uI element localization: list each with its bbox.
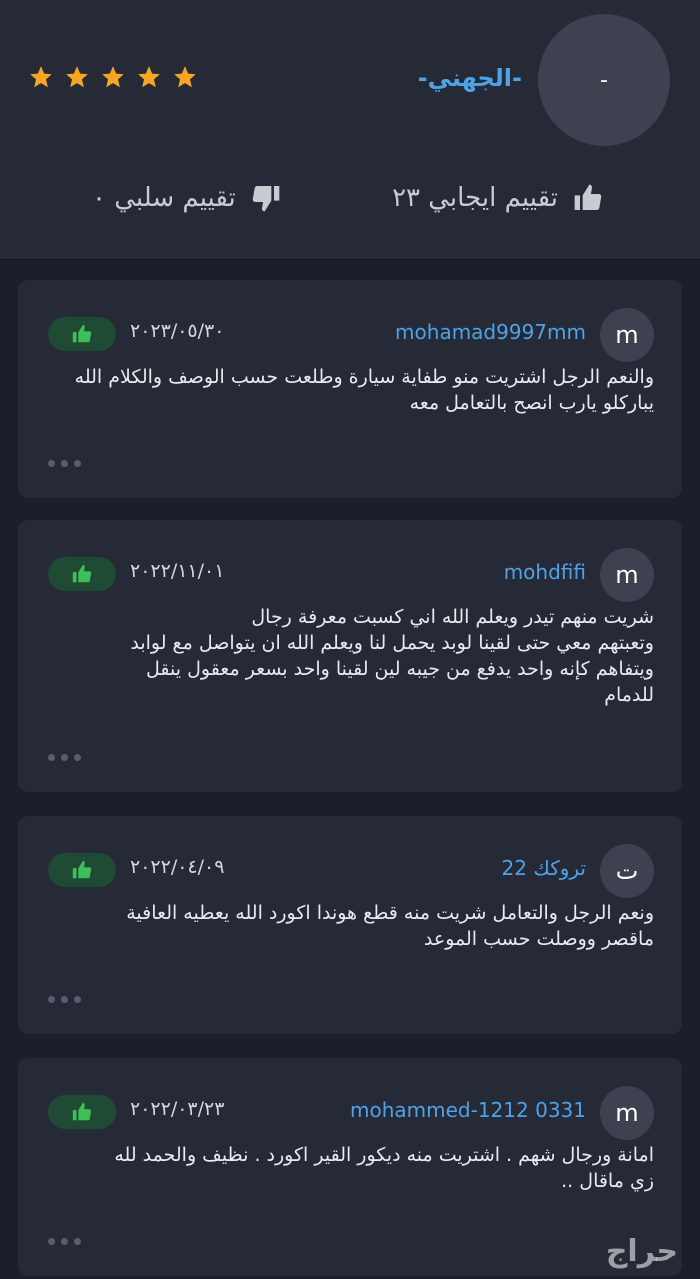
thumbs-up-icon <box>72 860 92 879</box>
reviewer-avatar[interactable]: m <box>600 308 654 362</box>
more-options-icon[interactable] <box>48 1238 81 1245</box>
star-icon <box>138 66 160 88</box>
star-icon <box>66 66 88 88</box>
positive-rating-badge <box>48 853 116 887</box>
review-date: ٢٠٢٢/٠٤/٠٩ <box>130 856 225 878</box>
reviewer-avatar[interactable]: ت <box>600 844 654 898</box>
thumbs-up-icon <box>72 324 92 343</box>
reviewer-avatar[interactable]: m <box>600 548 654 602</box>
profile-avatar[interactable]: - <box>538 14 670 146</box>
star-rating <box>28 64 198 90</box>
thumbs-down-icon <box>252 186 280 212</box>
reviewer-avatar[interactable]: m <box>600 1086 654 1140</box>
reviewer-username[interactable]: mohamad9997mm <box>395 320 586 344</box>
review-date: ٢٠٢٢/٠٣/٢٣ <box>130 1098 225 1120</box>
haraj-watermark: حراج <box>605 1234 678 1269</box>
positive-rating-badge <box>48 557 116 591</box>
thumbs-up-icon <box>72 1102 92 1121</box>
review-card: m mohdfifi ٢٠٢٢/١١/٠١ شريت منهم تيدر ويع… <box>18 520 682 792</box>
thumbs-up-icon <box>72 564 92 583</box>
reviewer-username[interactable]: تروكك 22 <box>502 856 586 880</box>
positive-ratings-button[interactable]: تقييم ايجابي ٢٣ <box>392 182 604 214</box>
review-text: امانة ورجال شهم . اشتريت منه ديكور القير… <box>114 1144 654 1192</box>
star-icon <box>102 66 124 88</box>
review-text: والنعم الرجل اشتريت منو طفاية سيارة وطلع… <box>74 366 654 414</box>
star-icon <box>30 66 52 88</box>
reviewer-username[interactable]: mohammed-1212 0331 <box>350 1098 586 1122</box>
reviewer-username[interactable]: mohdfifi <box>504 560 586 584</box>
review-text: ونعم الرجل والتعامل شريت منه قطع هوندا ا… <box>126 902 654 950</box>
review-date: ٢٠٢٣/٠٥/٣٠ <box>130 320 225 342</box>
negative-ratings-button[interactable]: تقييم سلبي ٠ <box>92 182 282 214</box>
ratings-summary: تقييم ايجابي ٢٣ تقييم سلبي ٠ <box>0 182 700 232</box>
more-options-icon[interactable] <box>48 754 81 761</box>
negative-ratings-label: تقييم سلبي ٠ <box>92 183 236 213</box>
positive-ratings-label: تقييم ايجابي ٢٣ <box>392 183 558 213</box>
star-icon <box>174 66 196 88</box>
review-text: شريت منهم تيدر ويعلم الله اني كسبت معرفة… <box>130 606 654 706</box>
thumbs-up-icon <box>574 184 602 210</box>
more-options-icon[interactable] <box>48 460 81 467</box>
positive-rating-badge <box>48 1095 116 1129</box>
profile-header: - -الجهني- تقييم ايجابي ٢٣ تقييم سلبي ٠ <box>0 0 700 258</box>
review-card: m mohammed-1212 0331 ٢٠٢٢/٠٣/٢٣ امانة ور… <box>18 1058 682 1276</box>
profile-name[interactable]: -الجهني- <box>418 64 522 92</box>
review-date: ٢٠٢٢/١١/٠١ <box>130 560 225 582</box>
review-card: ت تروكك 22 ٢٠٢٢/٠٤/٠٩ ونعم الرجل والتعام… <box>18 816 682 1034</box>
positive-rating-badge <box>48 317 116 351</box>
review-card: m mohamad9997mm ٢٠٢٣/٠٥/٣٠ والنعم الرجل … <box>18 280 682 498</box>
more-options-icon[interactable] <box>48 996 81 1003</box>
